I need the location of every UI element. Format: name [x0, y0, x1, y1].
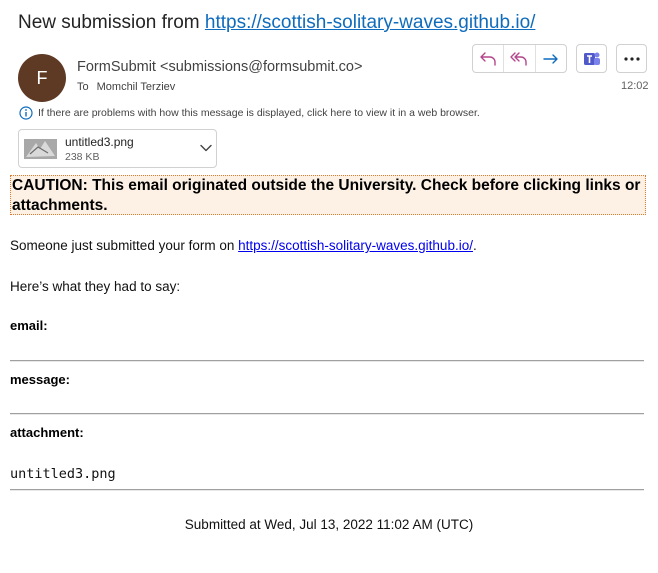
attachment-field-label: attachment: — [10, 425, 84, 440]
lead-text: Here’s what they had to say: — [10, 279, 181, 294]
attachment-field-divider — [10, 489, 644, 491]
teams-icon — [583, 52, 600, 65]
info-text: If there are problems with how this mess… — [38, 107, 480, 119]
email-field-label: email: — [10, 318, 48, 333]
attachment-size: 238 KB — [65, 151, 100, 163]
submitted-timestamp: Submitted at Wed, Jul 13, 2022 11:02 AM … — [184, 517, 474, 532]
message-field-label: message: — [10, 372, 70, 387]
intro-prefix: Someone just submitted your form on — [10, 238, 239, 253]
forward-button[interactable] — [536, 45, 566, 72]
message-field-divider — [10, 413, 644, 415]
intro-link[interactable]: https://scottish-solitary-waves.github.i… — [238, 238, 473, 253]
recipient-name[interactable]: Momchil Terziev — [97, 81, 176, 93]
message-actions-group — [472, 44, 567, 73]
email-subject: New submission from https://scottish-sol… — [18, 12, 535, 34]
intro-suffix: . — [472, 238, 477, 253]
display-info-bar[interactable]: If there are problems with how this mess… — [19, 106, 480, 120]
reply-all-button[interactable] — [504, 45, 536, 72]
recipient-line: To Momchil Terziev — [77, 81, 175, 93]
attachment-filename: untitled3.png — [65, 135, 134, 149]
avatar-initial: F — [36, 67, 48, 88]
intro-text: Someone just submitted your form on http… — [10, 238, 477, 253]
chevron-down-icon[interactable] — [200, 144, 212, 152]
reply-all-icon — [510, 51, 528, 66]
more-icon — [623, 56, 640, 61]
more-actions-button[interactable] — [616, 44, 647, 73]
email-field-divider — [10, 360, 644, 362]
caution-banner: CAUTION: This email originated outside t… — [10, 175, 646, 215]
to-label: To — [77, 81, 89, 93]
reply-button[interactable] — [473, 45, 505, 72]
attachment-thumbnail — [24, 139, 57, 159]
forward-icon — [543, 53, 558, 64]
received-time: 12:02 — [621, 80, 649, 92]
teams-button[interactable] — [576, 44, 607, 73]
subject-prefix: New submission from — [18, 12, 205, 33]
info-icon — [19, 106, 33, 120]
sender-name[interactable]: FormSubmit <submissions@formsubmit.co> — [77, 59, 362, 75]
attachment-field-value: untitled3.png — [10, 466, 116, 482]
sender-avatar[interactable]: F — [18, 54, 66, 102]
subject-link[interactable]: https://scottish-solitary-waves.github.i… — [205, 12, 536, 33]
reply-icon — [480, 51, 496, 66]
attachment-card[interactable]: untitled3.png 238 KB — [18, 129, 217, 168]
